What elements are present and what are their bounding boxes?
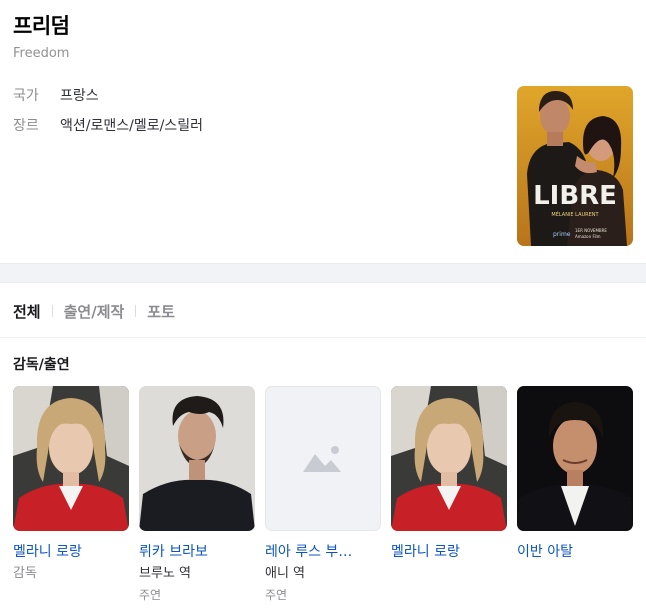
cast-card[interactable]: 멜라니 로랑 [391,386,507,562]
movie-poster[interactable]: LIBRE MÉLANIE LAURENT prime 1ER NOVEMBRE… [517,86,633,246]
person-photo[interactable] [139,386,255,531]
person-role-type: 주연 [139,588,162,602]
person-name[interactable]: 멜라니 로랑 [13,542,129,562]
person-name[interactable]: 뤼카 브라보 [139,542,255,562]
tab-all[interactable]: 전체 [13,301,41,322]
genre-value: 액션/로맨스/멜로/스릴러 [60,118,203,134]
person-role: 애니 역 [265,566,306,581]
tab-photo[interactable]: 포토 [147,301,175,322]
person-photo[interactable] [391,386,507,531]
tabs-divider [0,337,646,338]
tab-separator [51,305,53,317]
cast-card[interactable]: 뤼카 브라보 브루노 역 주연 [139,386,255,604]
section-divider-band [0,263,646,283]
cast-card[interactable]: 멜라니 로랑 감독 [13,386,129,583]
tab-cast-crew[interactable]: 출연/제작 [64,301,125,322]
person-photo[interactable] [13,386,129,531]
movie-original-title: Freedom [13,46,70,61]
tab-bar: 전체 출연/제작 포토 [13,300,175,322]
info-row-genre: 장르 액션/로맨스/멜로/스릴러 [13,116,203,136]
genre-label: 장르 [13,118,39,134]
image-placeholder-icon [303,445,341,472]
person-role: 감독 [13,566,37,581]
poster-brand: prime [553,231,571,238]
poster-credit: MÉLANIE LAURENT [551,210,599,218]
person-name[interactable]: 이반 아탈 [517,542,633,562]
person-role-type: 주연 [265,588,288,602]
person-photo-placeholder[interactable] [265,386,381,531]
person-name[interactable]: 레아 루스 부… [265,542,381,562]
country-value: 프랑스 [60,88,99,104]
cast-card[interactable]: 레아 루스 부… 애니 역 주연 [265,386,381,604]
person-photo[interactable] [517,386,633,531]
poster-title: LIBRE [533,181,617,211]
cast-card[interactable]: 이반 아탈 [517,386,633,562]
tab-separator [135,305,137,317]
movie-title: 프리덤 [13,14,70,38]
person-name[interactable]: 멜라니 로랑 [391,542,507,562]
person-role: 브루노 역 [139,566,191,581]
movie-header: 프리덤 Freedom 국가 프랑스 장르 액션/로맨스/멜로/스릴러 LIBR… [0,0,646,263]
poster-date: 1ER NOVEMBRE [575,228,607,233]
info-row-country: 국가 프랑스 [13,86,99,106]
cast-list: 멜라니 로랑 감독 뤼카 브라보 브루노 역 주연 레아 루스 부… 애니 역 … [13,386,646,614]
country-label: 국가 [13,88,39,104]
cast-section-title: 감독/출연 [13,357,70,373]
poster-studio: Amazon Film [575,234,601,239]
